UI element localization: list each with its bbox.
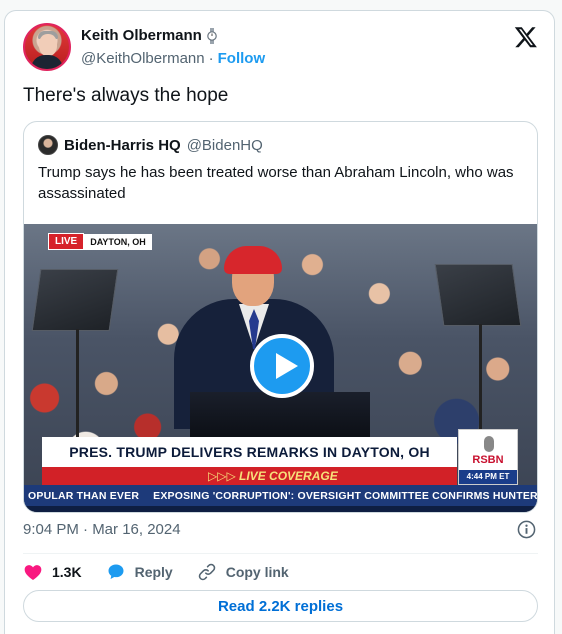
tweet-text: There's always the hope [23,85,229,106]
tweet-card: Keith Olbermann @KeithOlbermann · Follow… [4,10,555,634]
author-avatar[interactable] [23,23,71,71]
red-cap [224,246,282,274]
quoted-tweet-header: Biden-Harris HQ @BidenHQ [38,135,263,155]
action-bar: 1.3K Reply Copy link [23,561,289,583]
network-time: 4:44 PM ET [459,470,517,484]
like-count: 1.3K [52,564,82,580]
x-logo-icon[interactable] [514,25,538,49]
divider [23,553,538,554]
reply-label: Reply [134,564,173,580]
info-icon[interactable] [517,520,536,539]
copy-link-label: Copy link [225,564,289,580]
news-ticker: OPULAR THAN EVER EXPOSING 'CORRUPTION': … [24,485,538,506]
teleprompter-left [31,269,119,331]
follow-button[interactable]: Follow [218,50,266,67]
video-player[interactable]: LIVE DAYTON, OH PRES. TRUMP DELIVERS REM… [24,224,538,512]
network-name: RSBN [472,454,504,466]
heart-icon [24,565,42,580]
author-name-row: Keith Olbermann [81,27,217,44]
reply-button[interactable]: Reply [106,562,173,582]
quoted-tweet[interactable]: Biden-Harris HQ @BidenHQ Trump says he h… [23,121,538,513]
teleprompter-right [434,264,522,326]
handle-separator: · [208,50,214,67]
ticker-right: EXPOSING 'CORRUPTION': OVERSIGHT COMMITT… [153,489,538,502]
ticker-left: OPULAR THAN EVER [28,489,140,502]
video-headline-bar: PRES. TRUMP DELIVERS REMARKS IN DAYTON, … [42,437,457,467]
video-headline: PRES. TRUMP DELIVERS REMARKS IN DAYTON, … [69,444,430,460]
quoted-display-name[interactable]: Biden-Harris HQ [64,137,181,154]
quoted-avatar[interactable] [38,135,58,155]
link-icon [198,563,215,581]
copy-link-button[interactable]: Copy link [197,562,289,582]
microphone-icon [484,436,494,452]
author-handle-row: @KeithOlbermann · Follow [81,50,265,67]
quoted-tweet-text: Trump says he has been treated worse tha… [38,164,514,202]
podium [190,392,370,438]
tweet-header: Keith Olbermann @KeithOlbermann · Follow [23,23,538,73]
author-display-name[interactable]: Keith Olbermann [81,27,202,44]
live-label: LIVE [48,233,85,250]
like-button[interactable]: 1.3K [23,562,82,582]
coverage-label: ▷▷▷ LIVE COVERAGE [208,469,338,483]
network-logo: RSBN 4:44 PM ET [458,429,518,485]
tweet-timestamp[interactable]: 9:04 PM · Mar 16, 2024 [23,521,181,538]
quoted-handle[interactable]: @BidenHQ [187,137,263,154]
coverage-bar: ▷▷▷ LIVE COVERAGE [42,467,457,485]
read-replies-button[interactable]: Read 2.2K replies [23,590,538,622]
watch-icon [207,27,217,44]
location-label: DAYTON, OH [84,233,152,250]
live-badge: LIVE DAYTON, OH [48,233,152,250]
author-handle[interactable]: @KeithOlbermann [81,50,205,67]
play-button[interactable] [250,334,314,398]
reply-bubble-icon [108,564,124,579]
